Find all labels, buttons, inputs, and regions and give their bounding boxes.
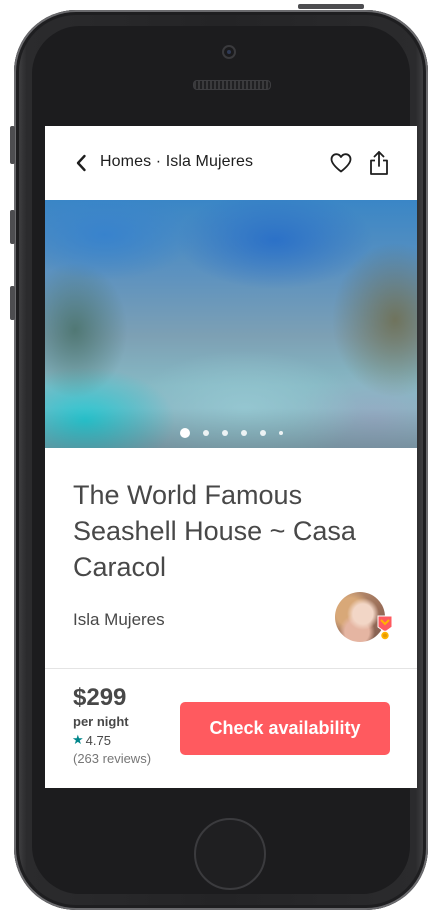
carousel-dot[interactable] — [240, 430, 247, 436]
carousel-dot[interactable] — [221, 430, 228, 436]
app-screen: Homes · Isla Mujeres The World Famous Se… — [45, 126, 417, 788]
carousel-dot[interactable] — [259, 430, 266, 436]
carousel-dot[interactable] — [278, 431, 283, 435]
earpiece-speaker — [193, 80, 271, 90]
price-unit-label: per night — [73, 714, 129, 729]
chevron-left-icon — [76, 154, 86, 172]
back-button[interactable] — [71, 153, 91, 173]
volume-down-button — [10, 286, 15, 320]
save-favorite-button[interactable] — [329, 151, 353, 175]
share-icon — [370, 151, 388, 175]
carousel-dot-active[interactable] — [179, 428, 190, 438]
rating-summary: ★ 4.75 — [72, 732, 111, 748]
review-count-link[interactable]: (263 reviews) — [73, 751, 151, 766]
superhost-badge-icon — [377, 615, 393, 641]
home-button[interactable] — [194, 818, 266, 890]
carousel-dot[interactable] — [202, 430, 209, 436]
mockup-stage: Homes · Isla Mujeres The World Famous Se… — [0, 0, 436, 916]
mute-switch — [10, 126, 15, 164]
heart-outline-icon — [330, 153, 352, 173]
check-availability-button[interactable]: Check availability — [180, 702, 390, 755]
rating-value: 4.75 — [85, 732, 111, 748]
nightly-price: $299 — [73, 684, 127, 711]
listing-photo-carousel[interactable] — [45, 200, 417, 448]
listing-title: The World Famous Seashell House ~ Casa C… — [73, 480, 356, 582]
listing-location: Isla Mujeres — [73, 610, 165, 629]
breadcrumb[interactable]: Homes · Isla Mujeres — [100, 153, 253, 171]
volume-up-button — [10, 210, 15, 244]
power-button — [298, 4, 364, 9]
star-icon: ★ — [72, 732, 84, 747]
share-button[interactable] — [367, 150, 391, 176]
front-camera — [222, 45, 236, 59]
carousel-pagination-dots — [45, 428, 417, 438]
top-nav-bar: Homes · Isla Mujeres — [45, 126, 417, 200]
section-divider — [45, 668, 417, 669]
